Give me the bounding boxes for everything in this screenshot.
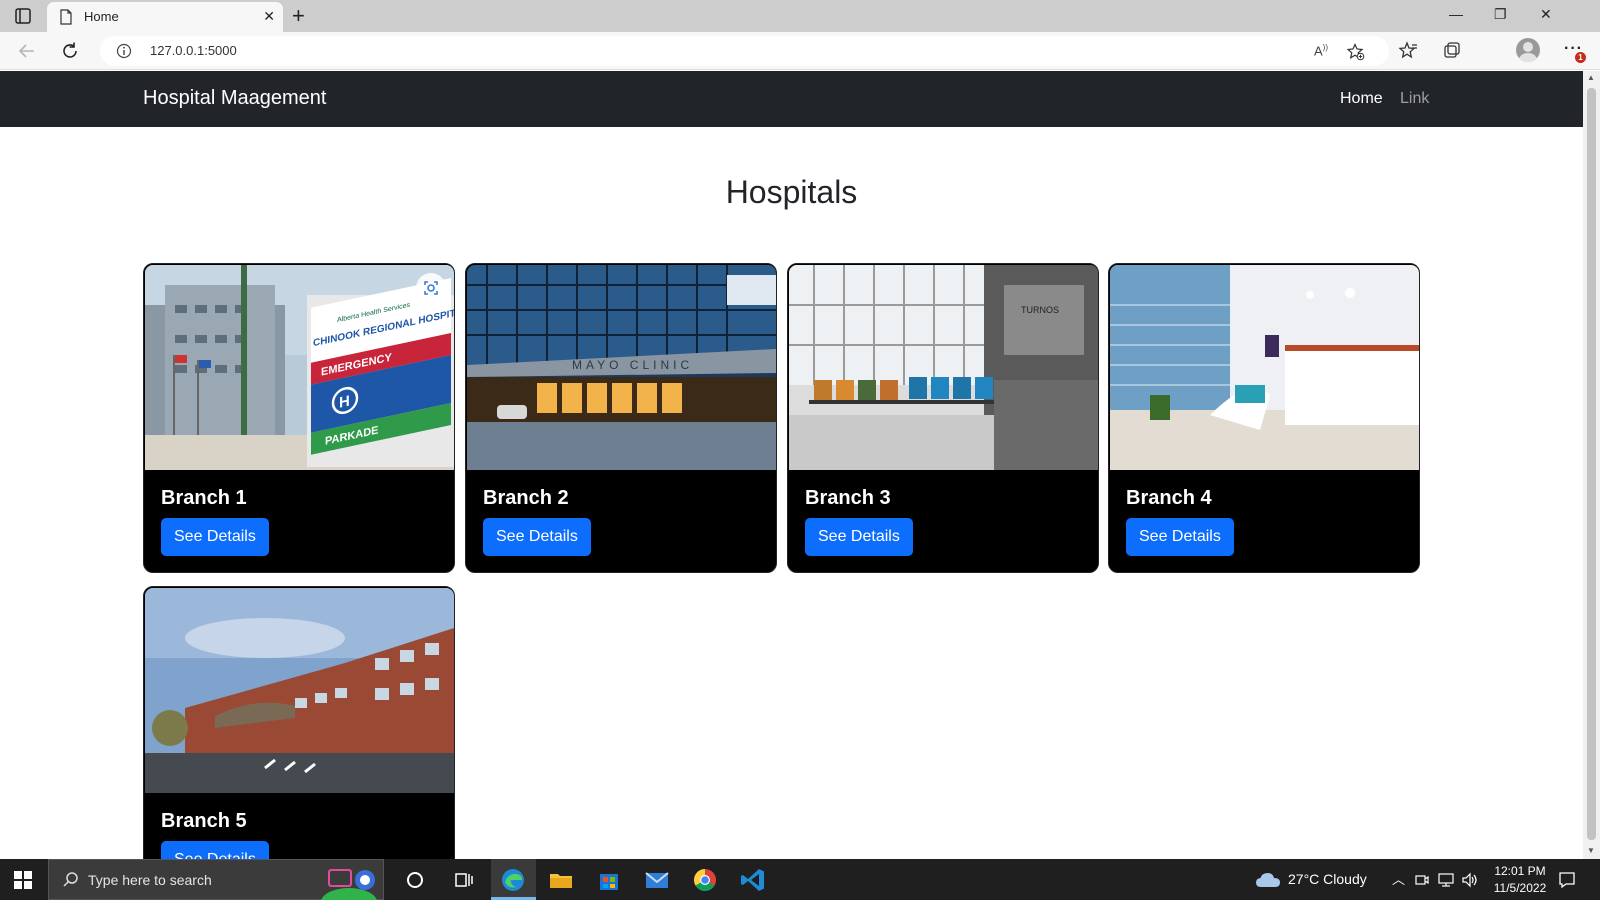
page-viewport: Hospital Maagement Home Link Hospitals A…	[0, 71, 1583, 859]
card-title: Branch 3	[805, 487, 891, 509]
search-placeholder: Type here to search	[88, 872, 212, 888]
store-icon[interactable]	[594, 865, 624, 895]
file-explorer-icon[interactable]	[546, 865, 576, 895]
tab-actions-icon[interactable]	[14, 7, 32, 25]
taskbar-search[interactable]: Type here to search	[48, 859, 384, 900]
card-title: Branch 1	[161, 487, 247, 509]
card-title: Branch 4	[1126, 487, 1212, 509]
weather-text[interactable]: 27°C Cloudy	[1288, 871, 1367, 887]
minimize-icon[interactable]: —	[1449, 6, 1463, 22]
nav-link-home[interactable]: Home	[1340, 90, 1383, 108]
page-scrollbar[interactable]: ▲ ▼	[1583, 71, 1600, 859]
hospital-card: MAYO CLINIC Branch 2 See Details	[465, 263, 777, 573]
system-clock[interactable]: 12:01 PM 11/5/2022	[1488, 863, 1552, 897]
windows-taskbar: Type here to search 27°C Cloudy ︿ 12:01 …	[0, 859, 1600, 900]
hospital-image: MAYO CLINIC	[467, 265, 776, 470]
new-tab-icon[interactable]: +	[292, 2, 305, 30]
task-view-icon[interactable]	[448, 865, 478, 895]
back-icon[interactable]	[16, 40, 38, 62]
page-icon	[60, 9, 72, 25]
scrollbar-thumb[interactable]	[1587, 88, 1596, 840]
hospital-card: Branch 4 See Details	[1108, 263, 1420, 573]
hospital-image: Alberta Health Services CHINOOK REGIONAL…	[145, 265, 454, 470]
notification-badge: 1	[1575, 52, 1586, 63]
see-details-button[interactable]: See Details	[1126, 518, 1234, 556]
search-highlight-icon	[321, 869, 377, 900]
see-details-button[interactable]: See Details	[161, 518, 269, 556]
read-aloud-icon[interactable]: A))	[1314, 43, 1328, 58]
windows-start-icon[interactable]	[14, 871, 32, 889]
info-icon[interactable]	[116, 43, 132, 59]
see-details-button[interactable]: See Details	[805, 518, 913, 556]
address-bar[interactable]: 127.0.0.1:5000 A))	[100, 36, 1389, 66]
collections-icon[interactable]	[1442, 41, 1462, 61]
nav-link-link[interactable]: Link	[1400, 90, 1429, 108]
mail-icon[interactable]	[642, 865, 672, 895]
tab-title: Home	[84, 9, 119, 24]
chrome-icon[interactable]	[690, 865, 720, 895]
close-window-icon[interactable]: ✕	[1540, 6, 1552, 23]
tray-chevron-icon[interactable]: ︿	[1392, 869, 1405, 888]
sign-turnos-text: TURNOS	[1021, 305, 1059, 315]
clock-time: 12:01 PM	[1494, 864, 1546, 878]
see-details-button[interactable]: See Details	[161, 841, 269, 859]
hospital-image: TURNOS	[789, 265, 1098, 470]
search-icon	[63, 872, 78, 887]
meet-now-icon[interactable]	[1415, 872, 1429, 888]
cloud-icon	[1256, 873, 1280, 887]
add-favorite-icon[interactable]	[1347, 43, 1365, 61]
cortana-icon[interactable]	[400, 865, 430, 895]
favorites-icon[interactable]	[1398, 41, 1418, 61]
see-details-button[interactable]: See Details	[483, 518, 591, 556]
edge-icon[interactable]	[498, 865, 528, 895]
hospital-card: TURNOS Branch 3 See Details	[787, 263, 1099, 573]
profile-avatar[interactable]	[1516, 38, 1540, 62]
volume-icon[interactable]	[1461, 872, 1479, 888]
card-title: Branch 5	[161, 810, 247, 832]
restore-icon[interactable]: ❐	[1494, 6, 1507, 23]
card-title: Branch 2	[483, 487, 569, 509]
hospital-card: Alberta Health Services CHINOOK REGIONAL…	[143, 263, 455, 573]
refresh-icon[interactable]	[59, 40, 81, 62]
clock-date: 11/5/2022	[1493, 881, 1547, 895]
hospital-card: Branch 5 See Details	[143, 586, 455, 859]
address-toolbar: 127.0.0.1:5000 A)) ··· 1	[0, 32, 1600, 70]
sign-clinic-text: MAYO CLINIC	[572, 358, 693, 372]
svg-text:H: H	[339, 393, 350, 412]
visual-search-button[interactable]	[416, 273, 446, 303]
url-text: 127.0.0.1:5000	[150, 43, 237, 58]
camera-lens-icon	[424, 281, 438, 295]
hospital-image	[145, 588, 454, 793]
navbar-brand[interactable]: Hospital Maagement	[143, 87, 326, 110]
browser-tab-bar: Home ✕ + — ❐ ✕	[0, 0, 1600, 32]
site-navbar: Hospital Maagement Home Link	[0, 71, 1583, 127]
network-icon[interactable]	[1437, 872, 1455, 888]
vscode-icon[interactable]	[738, 865, 768, 895]
hospital-image	[1110, 265, 1419, 470]
scroll-down-icon[interactable]: ▼	[1587, 846, 1595, 855]
close-tab-icon[interactable]: ✕	[263, 8, 275, 25]
notification-center-icon[interactable]	[1558, 871, 1576, 889]
scroll-up-icon[interactable]: ▲	[1587, 73, 1595, 82]
browser-tab[interactable]: Home ✕	[47, 2, 283, 32]
page-title: Hospitals	[725, 174, 858, 210]
